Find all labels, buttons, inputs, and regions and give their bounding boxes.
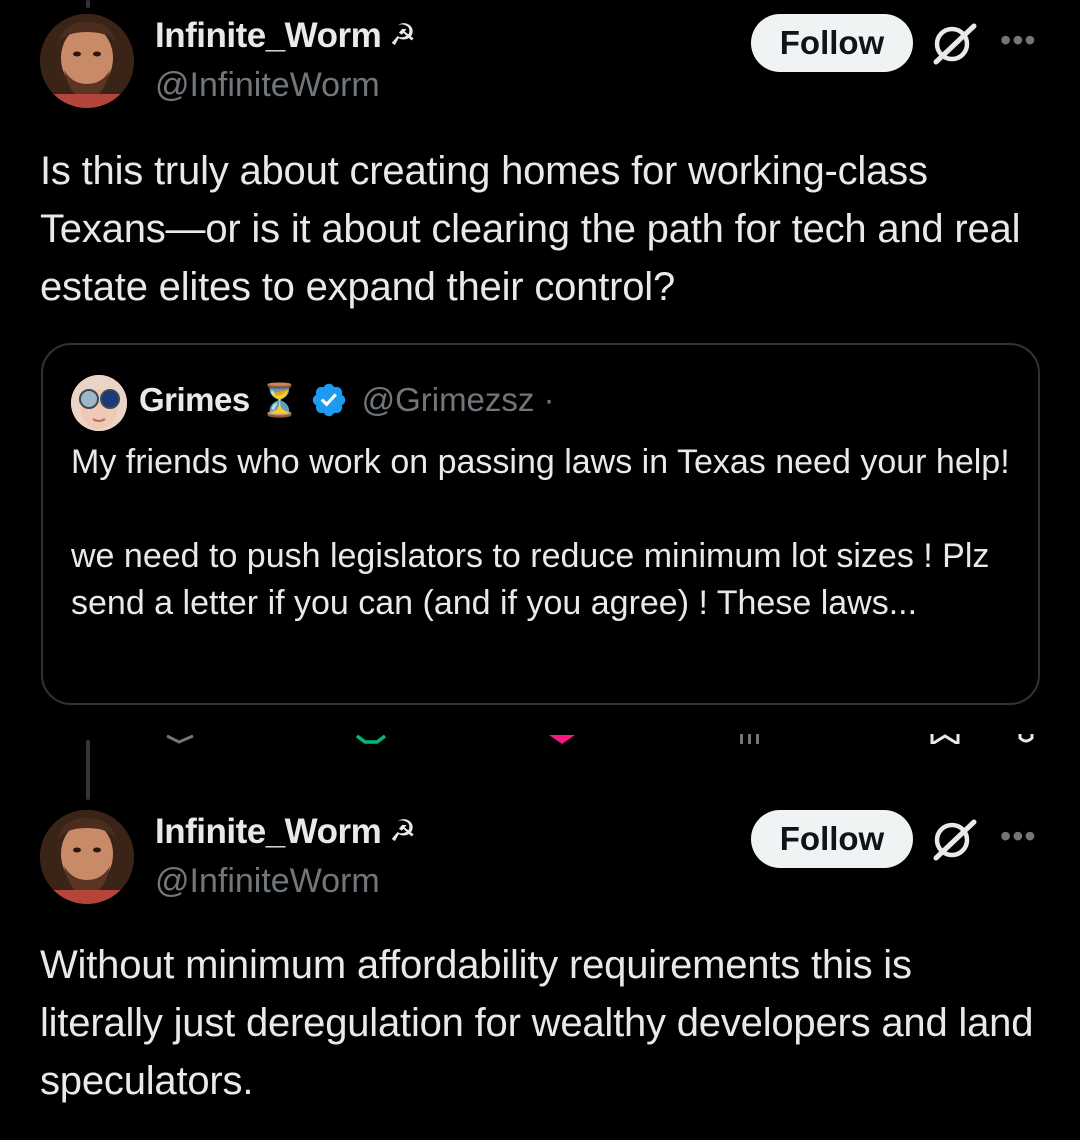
bookmark-icon[interactable]	[930, 734, 960, 744]
quote-paragraph-1: My friends who work on passing laws in T…	[71, 443, 1010, 481]
reply-icon[interactable]	[165, 734, 195, 744]
post-2[interactable]: Infinite_Worm ☭ @InfiniteWorm Follow •••…	[0, 796, 1080, 1103]
quote-name-row: Grimes ⏳ @Grimezsz ·	[139, 381, 555, 419]
quote-avatar	[71, 375, 127, 431]
grok-icon[interactable]	[930, 818, 978, 862]
hammer-sickle-icon: ☭	[389, 815, 417, 848]
thread-view: Infinite_Worm ☭ @InfiniteWorm Follow •••…	[0, 0, 1080, 1140]
grok-icon[interactable]	[930, 22, 978, 66]
more-options-icon[interactable]: •••	[1000, 24, 1037, 56]
quote-handle: @Grimezsz ·	[361, 381, 555, 418]
post-text: Is this truly about creating homes for w…	[40, 149, 1021, 309]
user-handle[interactable]: @InfiniteWorm	[155, 862, 380, 901]
user-handle[interactable]: @InfiniteWorm	[155, 66, 380, 105]
quoted-post[interactable]: Grimes ⏳ @Grimezsz · My friends who work…	[41, 343, 1040, 705]
follow-button[interactable]: Follow	[751, 810, 913, 868]
follow-button[interactable]: Follow	[751, 14, 913, 72]
avatar[interactable]	[40, 14, 134, 108]
display-name[interactable]: Infinite_Worm	[155, 16, 382, 56]
action-bar	[0, 730, 1080, 752]
like-icon[interactable]	[548, 734, 576, 744]
thread-connector	[86, 740, 90, 800]
quote-paragraph-2: we need to push legislators to reduce mi…	[71, 537, 990, 622]
share-icon[interactable]	[1018, 734, 1034, 744]
quote-text: My friends who work on passing laws in T…	[71, 439, 1021, 627]
views-icon[interactable]	[738, 734, 768, 744]
verified-badge-icon	[312, 383, 345, 417]
hourglass-icon: ⏳	[259, 382, 300, 418]
post-header: Infinite_Worm ☭ @InfiniteWorm Follow •••	[0, 796, 1080, 906]
display-name[interactable]: Infinite_Worm	[155, 812, 382, 852]
more-options-icon[interactable]: •••	[1000, 820, 1037, 852]
post-text: Without minimum affordability requiremen…	[40, 943, 1034, 1103]
name-row: Infinite_Worm ☭	[155, 812, 416, 852]
name-row: Infinite_Worm ☭	[155, 16, 416, 56]
post-header: Infinite_Worm ☭ @InfiniteWorm Follow •••	[0, 0, 1080, 110]
repost-icon[interactable]	[355, 734, 387, 744]
quote-display-name: Grimes	[139, 381, 250, 418]
avatar[interactable]	[40, 810, 134, 904]
hammer-sickle-icon: ☭	[389, 19, 417, 52]
post-1[interactable]: Infinite_Worm ☭ @InfiniteWorm Follow •••…	[0, 0, 1080, 309]
